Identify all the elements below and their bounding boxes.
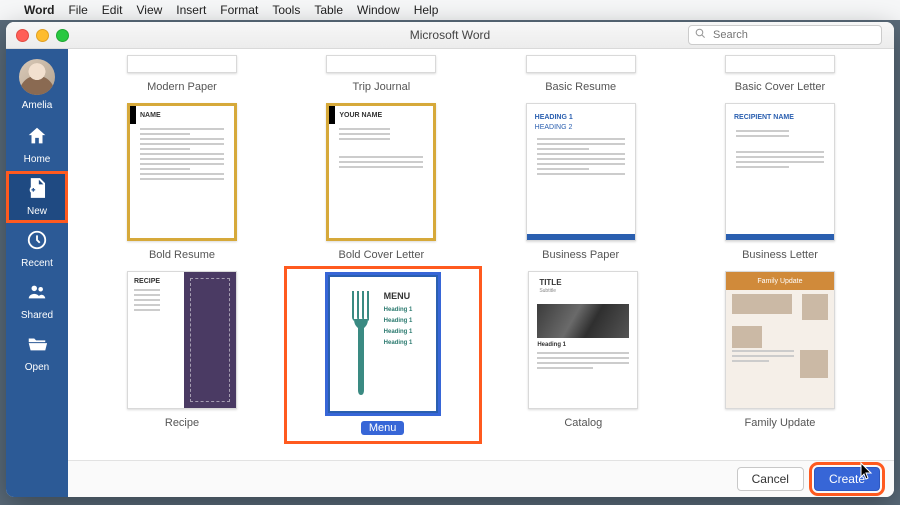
menu-window[interactable]: Window bbox=[357, 3, 400, 17]
menu-edit[interactable]: Edit bbox=[102, 3, 123, 17]
template-thumbnail: RECIPE bbox=[127, 271, 237, 409]
template-basic-cover-letter[interactable]: Basic Cover Letter bbox=[690, 55, 870, 93]
sidebar-item-shared[interactable]: Shared bbox=[6, 275, 68, 327]
sidebar-item-new[interactable]: New bbox=[6, 171, 68, 223]
avatar[interactable] bbox=[19, 59, 55, 95]
fork-icon bbox=[346, 291, 376, 404]
template-bold-cover-letter[interactable]: YOUR NAME Bold Cover Letter bbox=[291, 103, 471, 261]
thumb-text: MENU bbox=[384, 291, 413, 301]
menu-file[interactable]: File bbox=[68, 3, 87, 17]
template-thumbnail: NAME bbox=[127, 103, 237, 241]
search-input[interactable] bbox=[711, 28, 875, 42]
sidebar-item-open[interactable]: Open bbox=[6, 327, 68, 379]
template-thumbnail: RECIPIENT NAME bbox=[725, 103, 835, 241]
create-button[interactable]: Create bbox=[814, 467, 880, 491]
template-thumbnail: TITLE Subtitle Heading 1 bbox=[528, 271, 638, 409]
template-catalog[interactable]: TITLE Subtitle Heading 1 Catalog bbox=[493, 271, 673, 439]
template-menu[interactable]: MENU Heading 1 Heading 1 Heading 1 Headi… bbox=[289, 271, 477, 439]
menu-format[interactable]: Format bbox=[220, 3, 258, 17]
template-label: Trip Journal bbox=[352, 81, 410, 93]
thumb-text: Family Update bbox=[726, 272, 834, 290]
template-family-update[interactable]: Family Update Family Update bbox=[690, 271, 870, 439]
menu-insert[interactable]: Insert bbox=[176, 3, 206, 17]
avatar-label: Amelia bbox=[22, 100, 53, 111]
search-field[interactable] bbox=[688, 25, 882, 45]
template-thumbnail bbox=[127, 55, 237, 73]
template-business-letter[interactable]: RECIPIENT NAME Business Letter bbox=[690, 103, 870, 261]
template-bold-resume[interactable]: NAME Bold Resume bbox=[92, 103, 272, 261]
thumb-text: NAME bbox=[140, 112, 161, 119]
sidebar-item-label: Recent bbox=[21, 258, 53, 269]
template-label: Business Paper bbox=[542, 249, 619, 261]
template-thumbnail bbox=[526, 55, 636, 73]
template-label: Bold Cover Letter bbox=[339, 249, 425, 261]
template-label: Recipe bbox=[165, 417, 199, 429]
menu-help[interactable]: Help bbox=[414, 3, 439, 17]
mac-menubar: Word File Edit View Insert Format Tools … bbox=[0, 0, 900, 20]
template-thumbnail bbox=[326, 55, 436, 73]
template-label: Basic Cover Letter bbox=[735, 81, 825, 93]
template-label: Modern Paper bbox=[147, 81, 217, 93]
menu-view[interactable]: View bbox=[136, 3, 162, 17]
sidebar-item-recent[interactable]: Recent bbox=[6, 223, 68, 275]
thumb-text: RECIPE bbox=[134, 278, 178, 285]
template-thumbnail bbox=[725, 55, 835, 73]
template-thumbnail: HEADING 1 HEADING 2 bbox=[526, 103, 636, 241]
sidebar-item-label: Home bbox=[24, 154, 51, 165]
template-gallery: Modern Paper Trip Journal Basic Resume B… bbox=[68, 49, 894, 497]
menu-table[interactable]: Table bbox=[314, 3, 343, 17]
sidebar-item-label: Open bbox=[25, 362, 49, 373]
template-thumbnail: YOUR NAME bbox=[326, 103, 436, 241]
new-document-icon bbox=[26, 177, 48, 202]
people-icon bbox=[26, 281, 48, 306]
template-label: Menu bbox=[361, 421, 405, 435]
template-thumbnail: MENU Heading 1 Heading 1 Heading 1 Headi… bbox=[328, 275, 438, 413]
window-titlebar: Microsoft Word bbox=[6, 22, 894, 49]
sidebar-item-label: Shared bbox=[21, 310, 53, 321]
thumb-text: HEADING 2 bbox=[535, 124, 573, 131]
app-menu[interactable]: Word bbox=[24, 3, 54, 17]
cancel-button[interactable]: Cancel bbox=[737, 467, 804, 491]
menu-tools[interactable]: Tools bbox=[272, 3, 300, 17]
thumb-text: RECIPIENT NAME bbox=[734, 114, 794, 121]
thumb-text: TITLE bbox=[539, 278, 561, 287]
thumb-text: Heading 1 bbox=[384, 329, 413, 335]
home-icon bbox=[26, 125, 48, 150]
template-basic-resume[interactable]: Basic Resume bbox=[491, 55, 671, 93]
thumb-text: Heading 1 bbox=[384, 340, 413, 346]
template-label: Business Letter bbox=[742, 249, 818, 261]
clock-icon bbox=[26, 229, 48, 254]
template-label: Bold Resume bbox=[149, 249, 215, 261]
template-chooser-window: Microsoft Word Amelia Home New Recent bbox=[6, 22, 894, 497]
thumb-text: YOUR NAME bbox=[339, 112, 382, 119]
template-modern-paper[interactable]: Modern Paper bbox=[92, 55, 272, 93]
template-trip-journal[interactable]: Trip Journal bbox=[291, 55, 471, 93]
template-recipe[interactable]: RECIPE Recipe bbox=[92, 271, 272, 439]
template-label: Family Update bbox=[745, 417, 816, 429]
template-thumbnail: Family Update bbox=[725, 271, 835, 409]
template-label: Catalog bbox=[564, 417, 602, 429]
thumb-text: Subtitle bbox=[539, 288, 556, 294]
search-icon bbox=[695, 28, 706, 42]
dialog-footer: Cancel Create bbox=[68, 460, 894, 497]
sidebar: Amelia Home New Recent Shared Open bbox=[6, 49, 68, 497]
sidebar-item-label: New bbox=[27, 206, 47, 217]
thumb-text: Heading 1 bbox=[537, 342, 566, 348]
folder-open-icon bbox=[26, 333, 48, 358]
thumb-text: HEADING 1 bbox=[535, 114, 573, 121]
template-label: Basic Resume bbox=[545, 81, 616, 93]
thumb-text: Heading 1 bbox=[384, 318, 413, 324]
sidebar-item-home[interactable]: Home bbox=[6, 119, 68, 171]
template-business-paper[interactable]: HEADING 1 HEADING 2 Business Paper bbox=[491, 103, 671, 261]
thumb-text: Heading 1 bbox=[384, 307, 413, 313]
